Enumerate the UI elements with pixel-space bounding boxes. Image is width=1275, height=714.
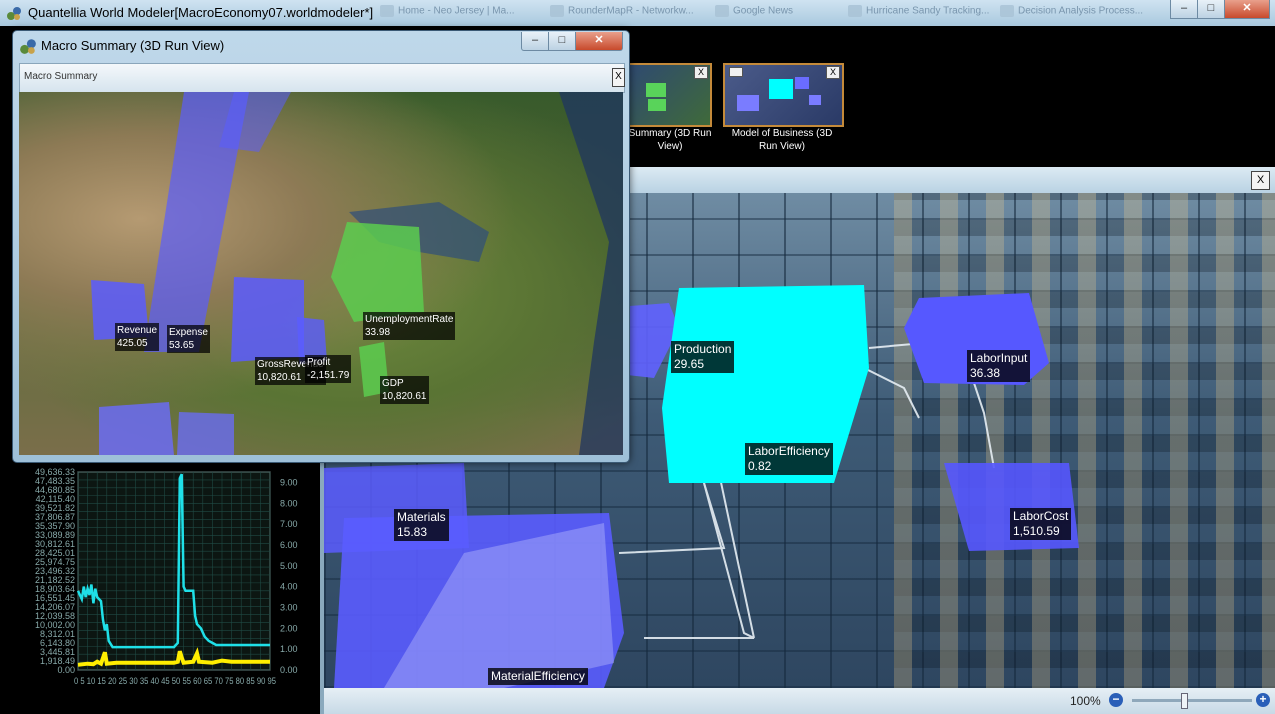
time-series-chart[interactable]: 49,636.3347,483.3544,680.8542,115.4039,5… [0, 460, 320, 714]
window-title: Macro Summary (3D Run View) [41, 38, 225, 53]
thumbnail-label: Model of Business (3D Run View) [731, 128, 833, 152]
right-axis-tick-label: 2.00 [280, 623, 298, 633]
right-axis-tick-label: 9.00 [280, 477, 298, 487]
close-button[interactable]: ✕ [1224, 0, 1270, 19]
right-axis-tick-label: 7.00 [280, 519, 298, 529]
thumb-node [769, 79, 793, 99]
tab-icon [380, 5, 394, 17]
thumb-node [737, 95, 759, 111]
label-materials[interactable]: Materials 15.83 [394, 509, 449, 541]
node-bottom-mid [177, 412, 234, 455]
label-revenue[interactable]: Revenue 425.05 [115, 323, 160, 351]
zoom-bar: 100% − + [324, 688, 1275, 714]
label-profit[interactable]: Profit -2,151.79 [305, 355, 352, 383]
thumb-node [809, 95, 821, 105]
label-labor-input[interactable]: LaborInput 36.38 [967, 350, 1031, 382]
left-axis-tick-label: 0.00 [57, 665, 75, 675]
label-labor-cost[interactable]: LaborCost 1,510.59 [1010, 508, 1072, 540]
thumb-node [795, 77, 809, 89]
thumbnail-label: Summary (3D Run View) [628, 128, 712, 152]
thumbnail-model-of-business[interactable]: X [723, 63, 844, 127]
app-title: Quantellia World Modeler[MacroEconomy07.… [28, 5, 374, 20]
float-maximize-button[interactable]: □ [548, 32, 576, 51]
zoom-out-icon[interactable]: − [1109, 693, 1123, 707]
taskbar-ghost-item: RounderMapR - Networkw... [550, 5, 694, 17]
right-axis-tick-label: 8.00 [280, 498, 298, 508]
inner-panel-close-button[interactable]: X [612, 68, 625, 87]
thumb-node [646, 83, 666, 97]
x-axis-tick-labels: 0 5 10 15 20 25 30 35 40 45 50 55 60 65 … [74, 676, 276, 686]
right-axis-tick-label: 6.00 [280, 540, 298, 550]
float-close-button[interactable]: ✕ [575, 32, 623, 51]
right-axis-tick-label: 4.00 [280, 582, 298, 592]
taskbar-ghost-item: Hurricane Sandy Tracking... [848, 5, 989, 17]
taskbar-ghost-item: Home - Neo Jersey | Ma... [380, 5, 515, 17]
inner-panel-header: Macro Summary X [19, 63, 625, 93]
zoom-level: 100% [1070, 694, 1101, 708]
connector-line [618, 482, 726, 554]
label-gdp[interactable]: GDP 10,820.61 [380, 376, 429, 404]
right-axis-tick-label: 3.00 [280, 602, 298, 612]
node-gross-revenue [231, 277, 304, 362]
map-scene [91, 92, 623, 455]
window-app-icon [20, 39, 36, 54]
tab-icon [715, 5, 729, 17]
app-title-bar: Quantellia World Modeler[MacroEconomy07.… [0, 0, 1275, 26]
taskbar-ghost-item: Decision Analysis Process... [1000, 5, 1143, 17]
ocean-east [559, 92, 623, 455]
zoom-slider[interactable] [1132, 693, 1252, 709]
zoom-slider-thumb[interactable] [1181, 693, 1189, 709]
minimize-button[interactable]: – [1170, 0, 1198, 19]
zoom-in-icon[interactable]: + [1256, 693, 1270, 707]
macro-summary-window[interactable]: Macro Summary (3D Run View) – □ ✕ Macro … [12, 30, 630, 463]
node-unemployment [331, 222, 424, 322]
tab-icon [1000, 5, 1014, 17]
label-unemployment-rate[interactable]: UnemploymentRate 33.98 [363, 312, 456, 340]
maximize-button[interactable]: □ [1197, 0, 1225, 19]
float-minimize-button[interactable]: – [521, 32, 549, 51]
inner-panel-title: Macro Summary [24, 71, 98, 82]
label-production[interactable]: Production 29.65 [671, 341, 735, 373]
taskbar-ghost-item: Google News [715, 5, 793, 17]
time-series-chart-panel: 49,636.33 47,483.35 44,680.85 42,115.40 39,5… [0, 460, 320, 714]
right-axis-tick-label: 5.00 [280, 561, 298, 571]
right-axis-tick-label: 0.00 [280, 665, 298, 675]
label-labor-efficiency[interactable]: LaborEfficiency 0.82 [745, 443, 833, 475]
connector-line [863, 367, 920, 419]
connector-line [973, 382, 995, 469]
3d-map-view[interactable]: Revenue 425.05 Expense 53.65 GrossRevenue 1… [19, 92, 623, 455]
thumb-node [648, 99, 666, 111]
label-material-efficiency[interactable]: MaterialEfficiency [488, 668, 588, 685]
thumb-close-icon[interactable]: X [694, 66, 708, 79]
right-axis-tick-label: 1.00 [280, 644, 298, 654]
tab-icon [550, 5, 564, 17]
thumbnail-macro-summary[interactable]: X [630, 63, 712, 127]
app-icon [7, 7, 21, 20]
thumb-pin-icon[interactable] [729, 67, 743, 77]
node-bottom-left [99, 402, 174, 455]
thumb-close-icon[interactable]: X [826, 66, 840, 79]
tab-icon [848, 5, 862, 17]
label-expense[interactable]: Expense 53.65 [167, 325, 210, 353]
panel-close-button[interactable]: X [1251, 171, 1270, 190]
